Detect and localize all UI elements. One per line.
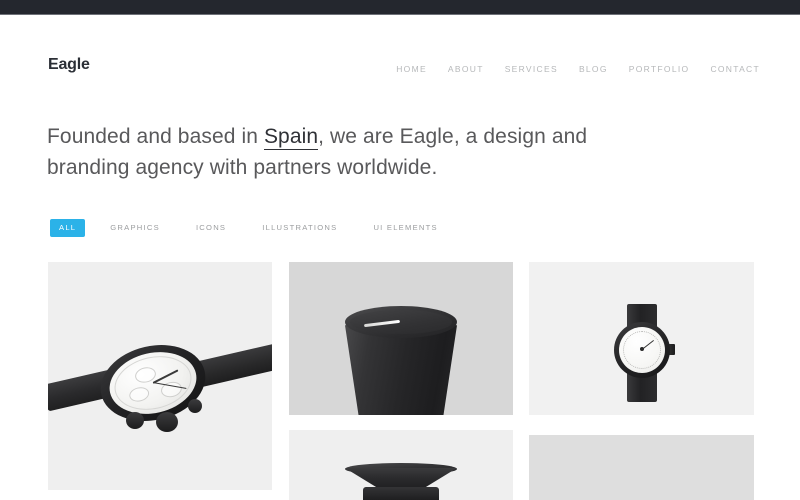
knob-top-inner: [350, 310, 452, 334]
site-header: Eagle HOME ABOUT SERVICES BLOG PORTFOLIO…: [0, 15, 800, 90]
watch-dial: [103, 343, 203, 423]
gallery-item-minimal-watch[interactable]: [529, 262, 754, 415]
filter-all[interactable]: ALL: [50, 219, 86, 237]
nav-item-services[interactable]: SERVICES: [505, 65, 558, 74]
headline-line-two: branding agency with partners worldwide.: [47, 156, 438, 179]
filter-graphics[interactable]: GRAPHICS: [103, 219, 167, 237]
nav-item-blog[interactable]: BLOG: [579, 65, 608, 74]
nav-item-about[interactable]: ABOUT: [448, 65, 484, 74]
filter-icons[interactable]: ICONS: [189, 219, 233, 237]
conical-knob-illustration: [289, 262, 513, 415]
hero-headline: Founded and based in Spain, we are Eagle…: [47, 121, 687, 183]
page-root: Eagle HOME ABOUT SERVICES BLOG PORTFOLIO…: [0, 0, 800, 500]
gallery-item-chronograph-watch[interactable]: [48, 262, 272, 490]
main-navigation: HOME ABOUT SERVICES BLOG PORTFOLIO CONTA…: [396, 65, 760, 74]
gallery-item-funnel-object[interactable]: [289, 430, 513, 500]
site-logo[interactable]: Eagle: [48, 57, 90, 73]
gallery-item-conical-knob[interactable]: [289, 262, 513, 415]
headline-accent-spain[interactable]: Spain: [263, 125, 319, 150]
watch-case: [93, 335, 213, 431]
minimal-watch-pivot: [640, 347, 644, 351]
knob-indicator-mark: [363, 319, 401, 328]
gallery-item-placeholder[interactable]: [529, 435, 754, 500]
headline-text-after: , we are Eagle, a design and: [318, 125, 588, 148]
minimal-watch-dial: [619, 327, 665, 373]
knob-top-surface: [345, 306, 457, 338]
watch-pusher-bottom: [188, 399, 202, 413]
nav-item-contact[interactable]: CONTACT: [710, 65, 760, 74]
filter-ui-elements[interactable]: UI ELEMENTS: [366, 219, 444, 237]
watch-pusher-top: [126, 412, 144, 429]
chronograph-watch-illustration: [48, 262, 272, 490]
watch-crown: [156, 412, 178, 432]
funnel-base: [363, 487, 439, 500]
minimal-watch-case: [614, 322, 670, 378]
nav-item-home[interactable]: HOME: [396, 65, 427, 74]
top-dark-bar: [0, 0, 800, 14]
portfolio-filter-bar: ALL GRAPHICS ICONS ILLUSTRATIONS UI ELEM…: [50, 219, 445, 237]
nav-item-portfolio[interactable]: PORTFOLIO: [629, 65, 690, 74]
filter-illustrations[interactable]: ILLUSTRATIONS: [255, 219, 344, 237]
headline-text-before: Founded and based in: [47, 125, 264, 148]
funnel-object-illustration: [289, 430, 513, 500]
minimal-watch-illustration: [529, 262, 754, 415]
